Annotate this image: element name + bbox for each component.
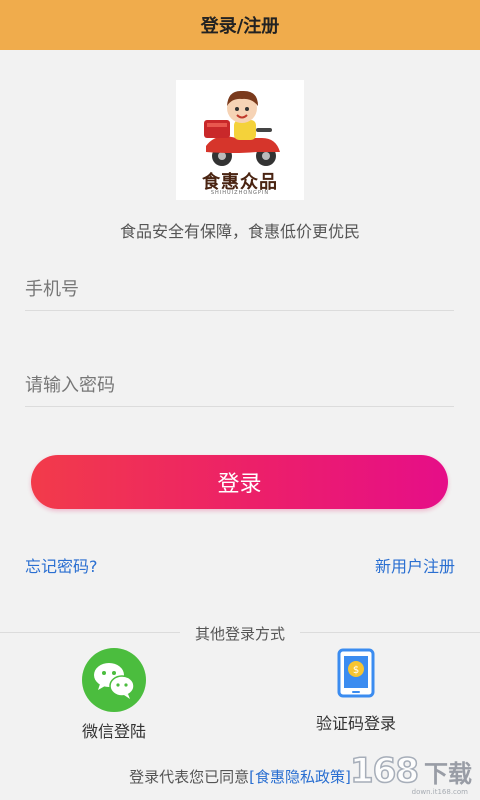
brand-logo: 食惠众品 SHIHUIZHONGPIN	[176, 80, 304, 200]
wechat-icon	[82, 648, 146, 712]
brand-subtitle: SHIHUIZHONGPIN	[210, 190, 270, 196]
delivery-mascot-icon	[204, 90, 280, 166]
login-button[interactable]: 登录	[31, 455, 448, 509]
sms-login-label: 验证码登录	[315, 714, 396, 733]
slogan: 食品安全有保障，食惠低价更优民	[119, 222, 360, 241]
register-link[interactable]: 新用户注册	[375, 553, 455, 577]
phone-input[interactable]	[25, 270, 454, 308]
password-field	[25, 366, 454, 407]
watermark-url: down.it168.com	[411, 788, 468, 796]
watermark: 168 下载 down.it168.com	[342, 748, 472, 796]
footer-prefix: 登录代表您已同意	[129, 768, 250, 786]
watermark-text: 下载	[424, 759, 472, 788]
sms-login[interactable]: $ 验证码登录	[300, 648, 412, 734]
phone-coin-icon: $	[337, 648, 375, 698]
wechat-login[interactable]: 微信登陆	[64, 648, 164, 742]
wechat-login-label: 微信登陆	[81, 722, 146, 741]
svg-text:$: $	[353, 665, 359, 676]
app-header: 登录/注册	[0, 0, 480, 50]
phone-field	[25, 270, 454, 311]
watermark-number: 168	[349, 750, 419, 792]
page-title: 登录/注册	[200, 16, 280, 37]
password-input[interactable]	[25, 366, 454, 404]
forgot-password-link[interactable]: 忘记密码?	[25, 553, 98, 577]
other-login-title: 其他登录方式	[180, 623, 300, 644]
privacy-policy-link[interactable]: [食惠隐私政策]	[249, 768, 351, 786]
